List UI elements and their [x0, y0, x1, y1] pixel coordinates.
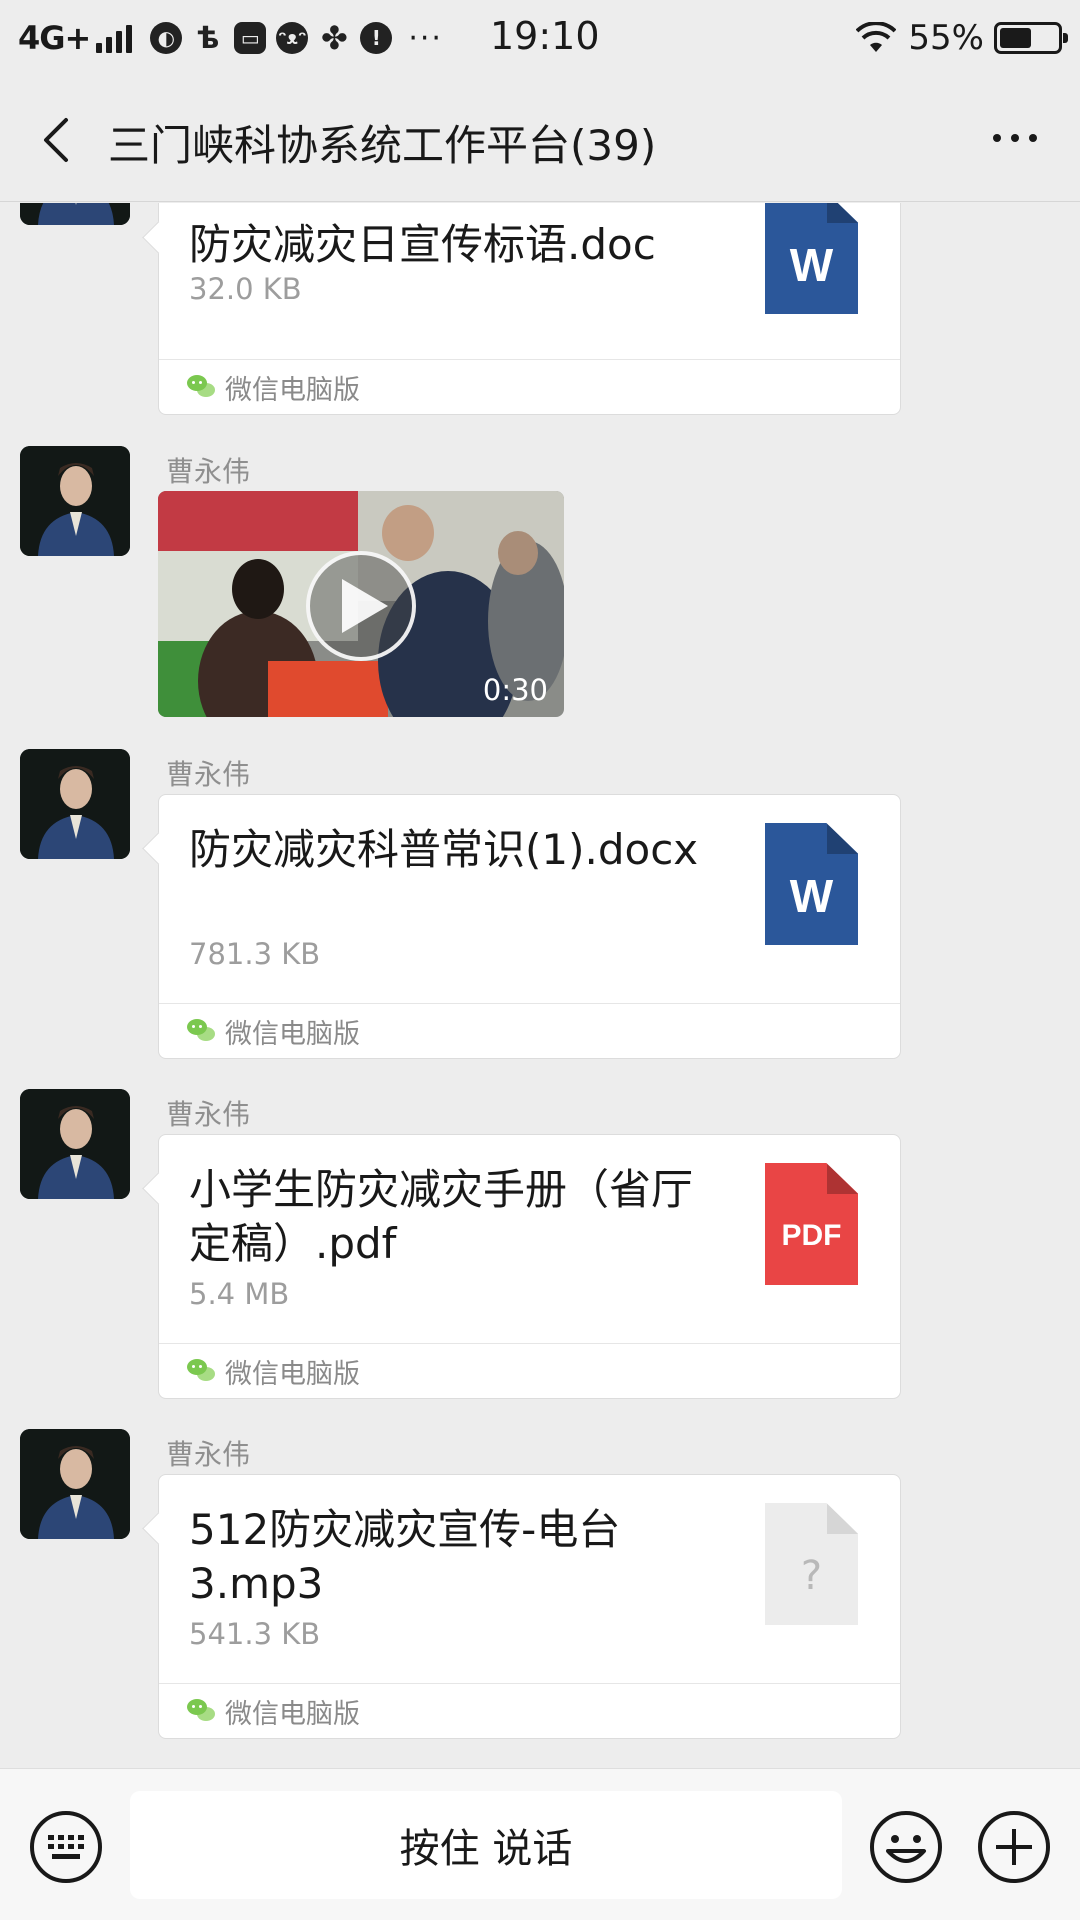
avatar[interactable] — [20, 749, 130, 859]
clock: 19:10 — [490, 14, 600, 58]
chat-title: 三门峡科协系统工作平台(39) — [108, 121, 657, 170]
avatar[interactable] — [20, 1429, 130, 1539]
word-file-icon: W — [765, 203, 858, 314]
play-icon[interactable] — [306, 551, 416, 661]
file-message[interactable]: 防灾减灾日宣传标语.doc 32.0 KB W 微信电脑版 — [158, 203, 901, 415]
source-label: 微信电脑版 — [225, 1698, 360, 1730]
pdf-file-icon: PDF — [765, 1163, 858, 1285]
file-name: 小学生防灾减灾手册（省厅定稿）.pdf — [189, 1165, 694, 1268]
keyboard-icon — [30, 1811, 102, 1883]
unknown-file-icon: ? — [765, 1503, 858, 1625]
avatar[interactable] — [20, 446, 130, 556]
message-source: 微信电脑版 — [159, 359, 900, 414]
file-name: 防灾减灾日宣传标语.doc — [189, 220, 656, 269]
file-size: 781.3 KB — [189, 937, 321, 971]
dot-icon — [993, 134, 1001, 142]
more-functions-button[interactable] — [976, 1809, 1052, 1885]
emoji-button[interactable] — [868, 1809, 944, 1885]
network-type: 4G+ — [18, 19, 91, 57]
sender-name: 曹永伟 — [166, 1438, 251, 1471]
message-source: 微信电脑版 — [159, 1003, 900, 1058]
battery-percent: 55% — [908, 18, 984, 58]
file-name: 防灾减灾科普常识(1).docx — [189, 825, 699, 874]
sender-name: 曹永伟 — [166, 455, 251, 488]
status-right: 55% — [856, 18, 1068, 58]
more-options-button[interactable] — [980, 108, 1050, 168]
video-message[interactable]: 0:30 — [158, 491, 564, 717]
more-notifications-icon: ··· — [408, 20, 443, 56]
file-message[interactable]: 小学生防灾减灾手册（省厅定稿）.pdf 5.4 MB PDF 微信电脑版 — [158, 1134, 901, 1399]
battery-icon — [994, 22, 1068, 54]
keyboard-toggle-button[interactable] — [28, 1809, 104, 1885]
battery-level — [1000, 28, 1031, 48]
wechat-icon — [187, 1019, 215, 1043]
wechat-icon — [187, 1699, 215, 1723]
signal-icon — [96, 23, 136, 53]
hold-to-talk-button[interactable]: 按住 说话 — [130, 1791, 842, 1899]
status-bar: 4G+ ◐ ѣ ▭ ᵔᴥᵔ ✤ ! ··· 19:10 55% — [0, 0, 1080, 76]
emoji-icon — [870, 1811, 942, 1883]
message-source: 微信电脑版 — [159, 1343, 900, 1398]
message-alert-icon: ! — [360, 22, 393, 54]
taobao-icon: ѣ — [197, 20, 220, 56]
source-label: 微信电脑版 — [225, 1018, 360, 1050]
message-source: 微信电脑版 — [159, 1683, 900, 1738]
file-message[interactable]: 防灾减灾科普常识(1).docx 781.3 KB W 微信电脑版 — [158, 794, 901, 1059]
pinwheel-icon: ✤ — [320, 19, 348, 57]
wechat-icon — [187, 1359, 215, 1383]
source-label: 微信电脑版 — [225, 374, 360, 406]
video-duration: 0:30 — [482, 673, 548, 707]
wifi-icon — [856, 22, 897, 52]
dot-icon — [1029, 134, 1037, 142]
chevron-left-icon — [44, 118, 68, 162]
wechat-icon — [187, 375, 215, 399]
source-label: 微信电脑版 — [225, 1358, 360, 1390]
sender-name: 曹永伟 — [166, 1098, 251, 1131]
message-list[interactable]: 防灾减灾日宣传标语.doc 32.0 KB W 微信电脑版 曹永伟 0:30 曹… — [0, 203, 1080, 1768]
file-size: 541.3 KB — [189, 1617, 321, 1651]
file-name: 512防灾减灾宣传-电台3.mp3 — [189, 1505, 621, 1608]
back-button[interactable] — [30, 106, 90, 172]
file-size: 5.4 MB — [189, 1277, 290, 1311]
input-bar: 按住 说话 — [0, 1768, 1080, 1920]
word-file-icon: W — [765, 823, 858, 945]
status-left: 4G+ ◐ ѣ ▭ ᵔᴥᵔ ✤ ! ··· — [18, 18, 443, 58]
browser-icon: ◐ — [150, 22, 183, 54]
avatar[interactable] — [20, 203, 130, 225]
sender-name: 曹永伟 — [166, 758, 251, 791]
chat-header: 三门峡科协系统工作平台(39) — [0, 76, 1080, 202]
cat-icon: ᵔᴥᵔ — [276, 22, 309, 54]
avatar[interactable] — [20, 1089, 130, 1199]
plus-icon — [978, 1811, 1050, 1883]
shop-icon: ▭ — [234, 22, 267, 54]
file-size: 32.0 KB — [189, 272, 302, 306]
file-message[interactable]: 512防灾减灾宣传-电台3.mp3 541.3 KB ? 微信电脑版 — [158, 1474, 901, 1739]
dot-icon — [1011, 134, 1019, 142]
